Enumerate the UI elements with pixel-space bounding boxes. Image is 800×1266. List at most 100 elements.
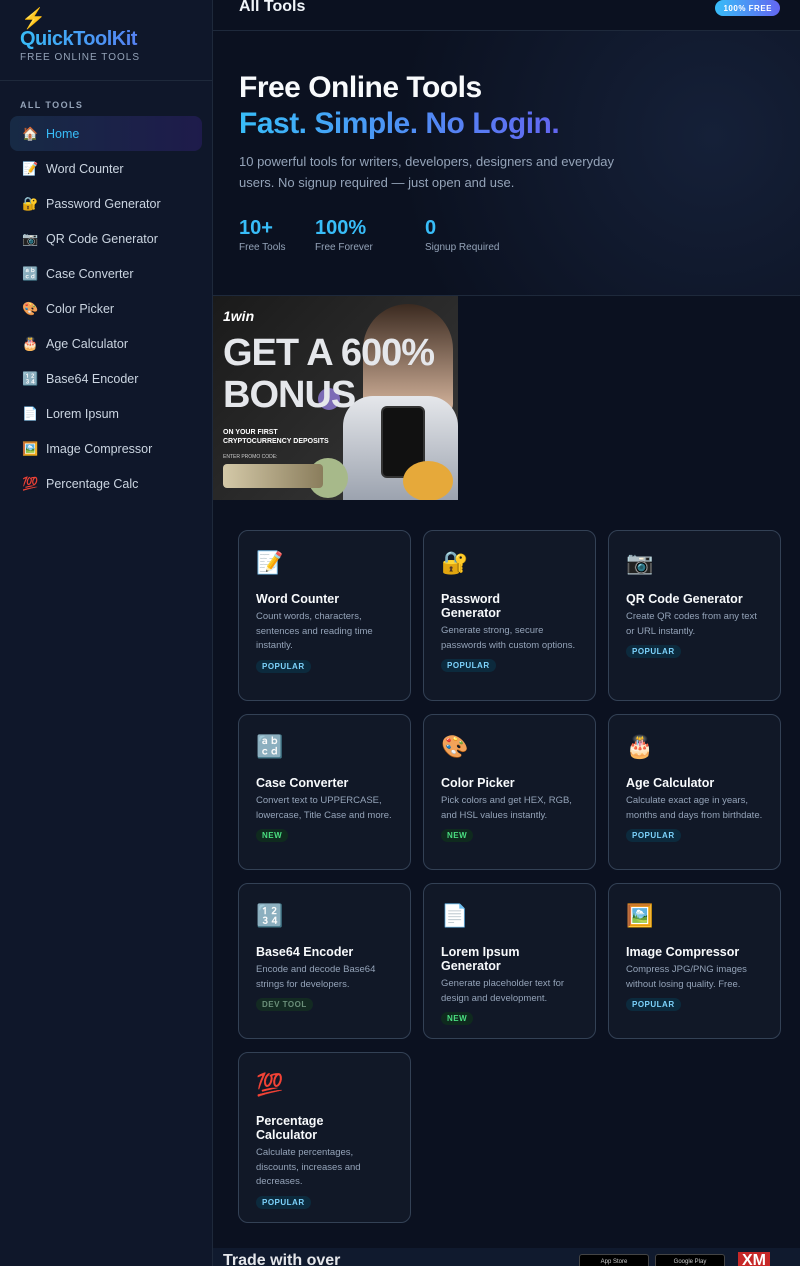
stat-tools: 10+ Free Tools [239, 217, 286, 253]
letters-icon: 🔡 [256, 734, 284, 759]
page-icon: 📄 [22, 405, 39, 421]
ad-headline-line: GET A 600% [223, 332, 435, 374]
google-play-badge[interactable]: Google Play [655, 1254, 725, 1266]
sidebar-item-label: Image Compressor [46, 441, 153, 456]
stat-number: 10+ [239, 217, 273, 239]
hero: Free Online Tools Fast. Simple. No Login… [213, 31, 800, 296]
advertisement-banner[interactable]: 1win GET A 600% BONUS ON YOUR FIRST CRYPT… [213, 296, 458, 500]
numbers-icon: 🔢 [256, 903, 284, 928]
bottom-ad-text: Trade with over [223, 1252, 341, 1266]
card-description: Generate placeholder text for design and… [441, 978, 565, 1004]
numbers-icon: 🔢 [22, 370, 39, 386]
tool-card-age-calculator[interactable]: 🎂 Age Calculator Calculate exact age in … [608, 714, 781, 870]
hundred-icon: 💯 [22, 475, 39, 491]
card-description: Calculate percentages, discounts, increa… [256, 1147, 361, 1188]
sidebar-item-base64-encoder[interactable]: 🔢 Base64 Encoder [10, 361, 202, 396]
page-title: All Tools [239, 0, 306, 15]
lock-icon: 🔐 [22, 195, 39, 211]
memo-icon: 📝 [256, 550, 284, 575]
sidebar-item-color-picker[interactable]: 🎨 Color Picker [10, 291, 202, 326]
sidebar-item-age-calculator[interactable]: 🎂 Age Calculator [10, 326, 202, 361]
sidebar: ⚡ QuickToolKit FREE ONLINE TOOLS ALL TOO… [0, 0, 213, 1266]
brand[interactable]: ⚡ QuickToolKit FREE ONLINE TOOLS [0, 0, 212, 81]
stat-label: Free Forever [315, 242, 373, 253]
stat-number: 100% [315, 217, 367, 239]
tagline: FREE ONLINE TOOLS [20, 52, 140, 63]
card-description: Compress JPG/PNG images without losing q… [626, 964, 747, 990]
card-title: QR Code Generator [626, 592, 743, 606]
status-badge: DEV TOOL [256, 998, 313, 1012]
hero-tagline: Fast. Simple. No Login. [239, 107, 560, 140]
ad-brand: 1win [223, 308, 255, 324]
sidebar-item-label: Home [46, 126, 80, 141]
free-badge: 100% FREE [715, 0, 780, 16]
card-description: Count words, characters, sentences and r… [256, 611, 373, 652]
hero-subtitle: 10 powerful tools for writers, developer… [239, 154, 615, 190]
sidebar-item-label: QR Code Generator [46, 231, 158, 246]
sidebar-item-label: Word Counter [46, 161, 124, 176]
tool-card-qr-code-generator[interactable]: 📷 QR Code Generator Create QR codes from… [608, 530, 781, 701]
stat-label: Signup Required [425, 242, 500, 253]
ad-promo-label: ENTER PROMO CODE: [223, 454, 278, 460]
status-badge: NEW [256, 829, 289, 843]
camera-icon: 📷 [22, 230, 39, 246]
status-badge: POPULAR [441, 659, 496, 673]
card-title: Percentage Calculator [256, 1114, 324, 1142]
status-badge: NEW [441, 1012, 474, 1026]
picture-icon: 🖼️ [22, 440, 39, 456]
stat-number: 0 [425, 217, 437, 239]
sidebar-item-home[interactable]: 🏠 Home [10, 116, 202, 151]
sidebar-item-label: Age Calculator [46, 336, 128, 351]
hero-title: Free Online Tools [239, 71, 482, 104]
tool-card-image-compressor[interactable]: 🖼️ Image Compressor Compress JPG/PNG ima… [608, 883, 781, 1039]
palette-icon: 🎨 [22, 300, 39, 316]
stat-label: Free Tools [239, 242, 286, 253]
memo-icon: 📝 [22, 160, 39, 176]
sidebar-item-label: Color Picker [46, 301, 115, 316]
tool-card-percentage-calculator[interactable]: 💯 Percentage Calculator Calculate percen… [238, 1052, 411, 1223]
sidebar-nav: 🏠 Home 📝 Word Counter 🔐 Password Generator … [10, 116, 202, 501]
sidebar-item-lorem-ipsum[interactable]: 📄 Lorem Ipsum [10, 396, 202, 431]
tool-card-lorem-ipsum[interactable]: 📄 Lorem Ipsum Generator Generate placeho… [423, 883, 596, 1039]
ad-promo-field[interactable] [223, 464, 323, 488]
app-store-badge[interactable]: App Store [579, 1254, 649, 1266]
sidebar-item-qr-code-generator[interactable]: 📷 QR Code Generator [10, 221, 202, 256]
picture-icon: 🖼️ [626, 903, 654, 928]
tool-card-password-generator[interactable]: 🔐 Password Generator Generate strong, se… [423, 530, 596, 701]
card-title: Password Generator [441, 592, 501, 620]
status-badge: POPULAR [256, 1195, 311, 1209]
card-description: Create QR codes from any text or URL ins… [626, 611, 757, 637]
status-badge: POPULAR [626, 645, 681, 659]
nav-section-title: ALL TOOLS [20, 100, 84, 110]
tool-card-base64-encoder[interactable]: 🔢 Base64 Encoder Encode and decode Base6… [238, 883, 411, 1039]
card-title: Lorem Ipsum Generator [441, 945, 520, 973]
tool-card-word-counter[interactable]: 📝 Word Counter Count words, characters, … [238, 530, 411, 701]
topbar: All Tools 100% FREE [213, 0, 800, 31]
sidebar-item-label: Password Generator [46, 196, 161, 211]
sidebar-item-word-counter[interactable]: 📝 Word Counter [10, 151, 202, 186]
bottom-advertisement[interactable]: Trade with over App Store Google Play XM [213, 1248, 800, 1266]
sidebar-item-label: Percentage Calc [46, 476, 139, 491]
tool-card-case-converter[interactable]: 🔡 Case Converter Convert text to UPPERCA… [238, 714, 411, 870]
ad-headline: GET A 600% BONUS [223, 332, 435, 416]
ad-subline: ON YOUR FIRST CRYPTOCURRENCY DEPOSITS [223, 429, 329, 445]
camera-icon: 📷 [626, 550, 654, 575]
card-title: Age Calculator [626, 776, 715, 790]
lock-icon: 🔐 [441, 550, 469, 575]
card-description: Encode and decode Base64 strings for dev… [256, 964, 376, 990]
card-title: Case Converter [256, 776, 349, 790]
sidebar-item-password-generator[interactable]: 🔐 Password Generator [10, 186, 202, 221]
sidebar-item-case-converter[interactable]: 🔡 Case Converter [10, 256, 202, 291]
cake-icon: 🎂 [626, 734, 654, 759]
hundred-icon: 💯 [256, 1072, 284, 1097]
cake-icon: 🎂 [22, 335, 39, 351]
card-description: Generate strong, secure passwords with c… [441, 625, 576, 651]
sidebar-item-image-compressor[interactable]: 🖼️ Image Compressor [10, 431, 202, 466]
sidebar-item-label: Lorem Ipsum [46, 406, 119, 421]
sidebar-item-percentage-calc[interactable]: 💯 Percentage Calc [10, 466, 202, 501]
tool-card-color-picker[interactable]: 🎨 Color Picker Pick colors and get HEX, … [423, 714, 596, 870]
status-badge: POPULAR [626, 998, 681, 1012]
logo-text[interactable]: QuickToolKit [20, 28, 192, 51]
palette-icon: 🎨 [441, 734, 469, 759]
card-title: Image Compressor [626, 945, 740, 959]
